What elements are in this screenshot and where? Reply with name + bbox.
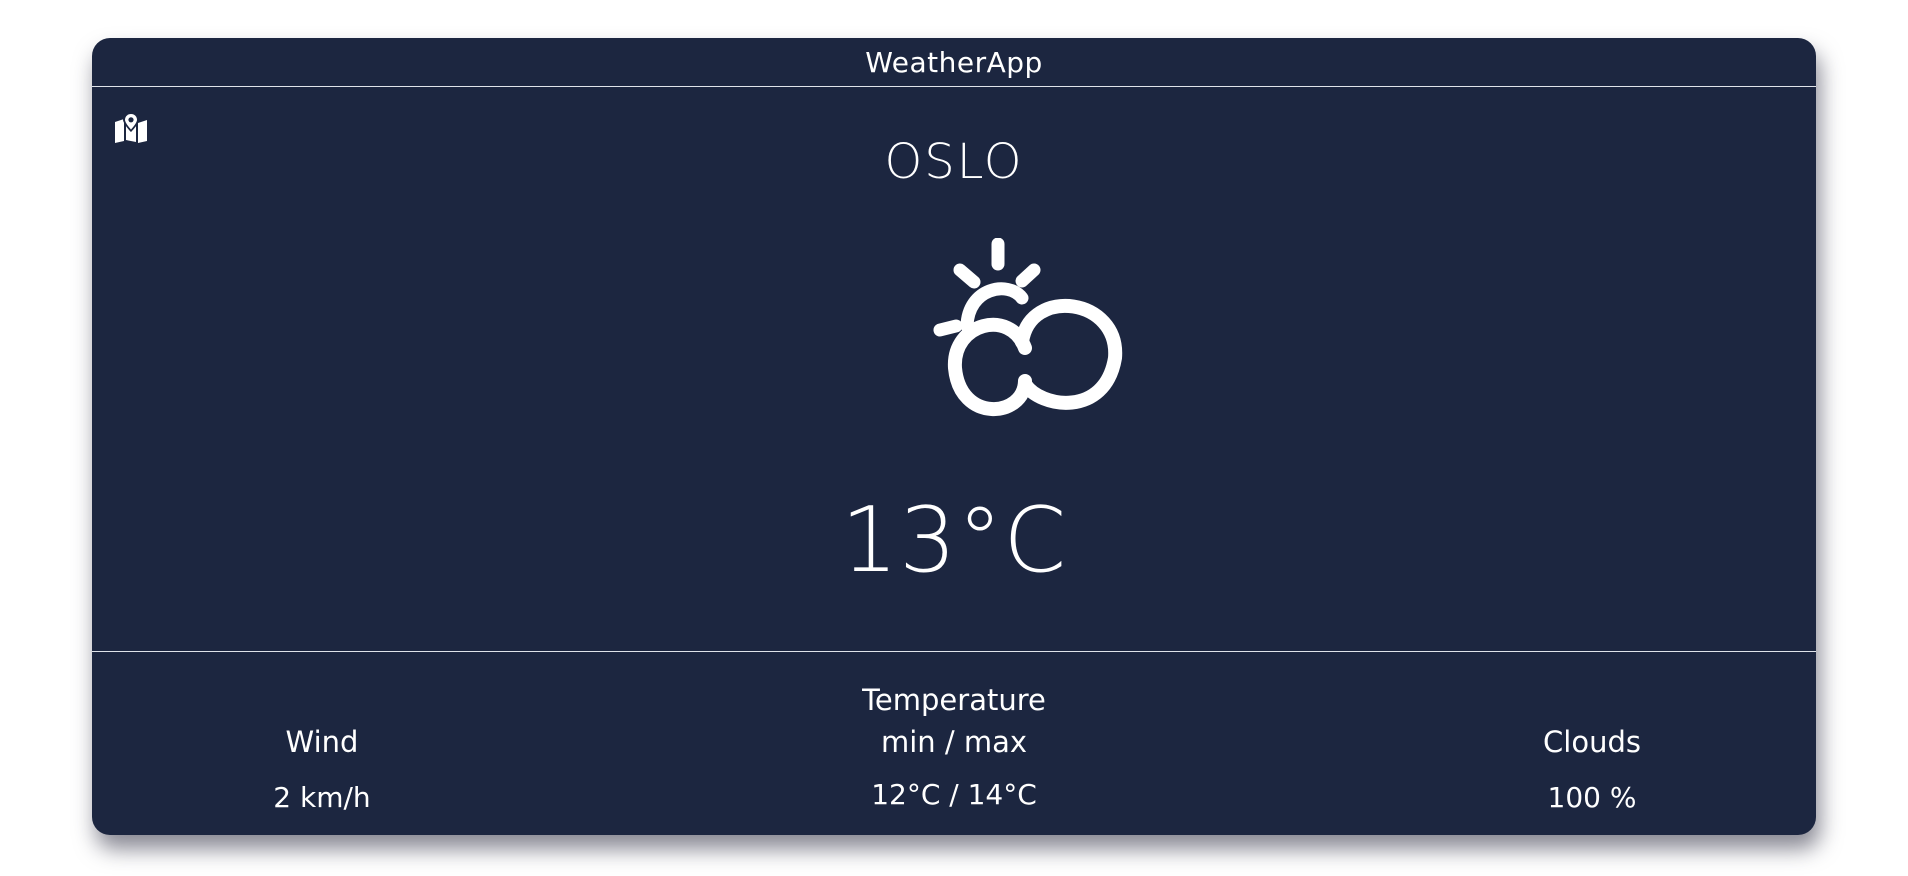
clouds-stat: Clouds 100 %	[1492, 722, 1692, 818]
clouds-label: Clouds	[1543, 725, 1641, 759]
minmax-label: min / max	[880, 725, 1028, 759]
minmax-value: 12°C / 14°C	[871, 778, 1037, 811]
temperature-minmax-stat: Temperature min / max 12°C / 14°C	[754, 679, 1154, 815]
wind-value: 2 km/h	[273, 781, 371, 814]
wind-label: Wind	[285, 725, 359, 759]
app-title: WeatherApp	[865, 45, 1043, 79]
clouds-value: 100 %	[1547, 781, 1637, 814]
partly-cloudy-icon	[933, 238, 1123, 417]
city-name: OSLO	[884, 134, 1024, 190]
wind-stat: Wind 2 km/h	[222, 722, 422, 818]
section-divider	[92, 651, 1816, 652]
weather-card: WeatherApp OSLO 13°C Wind 2 km/h Tempera…	[92, 38, 1816, 835]
temperature-label: Temperature	[862, 683, 1046, 717]
current-temperature: 13°C	[840, 488, 1068, 593]
app-title-bar: WeatherApp	[92, 38, 1816, 87]
